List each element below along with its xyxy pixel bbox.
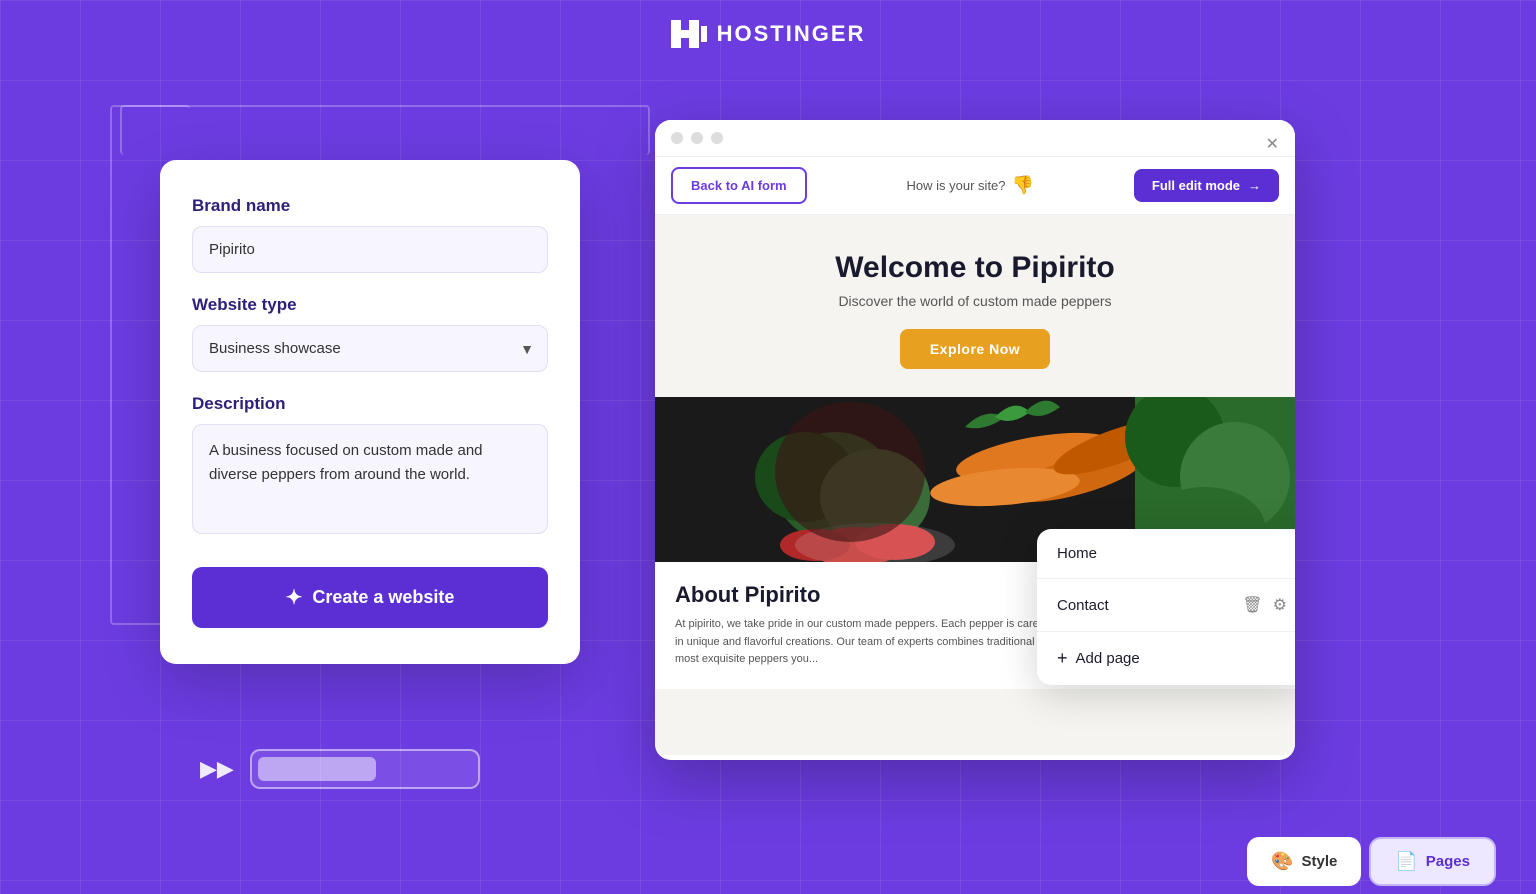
logo: HOSTINGER: [671, 20, 866, 48]
site-subtitle: Discover the world of custom made pepper…: [675, 293, 1275, 309]
delete-icon[interactable]: 🗑: [1242, 595, 1262, 615]
how-is-site-label: How is your site? 👎: [907, 175, 1034, 196]
browser-titlebar: ✕: [655, 120, 1295, 157]
chevrons-icon: ▶▶: [200, 756, 234, 782]
palette-icon: 🎨: [1271, 851, 1293, 872]
full-edit-mode-button[interactable]: Full edit mode →: [1134, 169, 1279, 202]
home-label: Home: [1057, 545, 1097, 562]
add-page-item[interactable]: + Add page: [1037, 632, 1295, 685]
logo-icon: [671, 20, 707, 48]
header: HOSTINGER: [0, 0, 1536, 68]
site-title: Welcome to Pipirito: [675, 251, 1275, 285]
create-website-button[interactable]: ✦ Create a website: [192, 567, 548, 628]
site-hero: Welcome to Pipirito Discover the world o…: [655, 215, 1295, 397]
pages-tab-label: Pages: [1426, 853, 1470, 870]
progress-area: ▶▶: [200, 749, 480, 789]
menu-item-home[interactable]: Home: [1037, 529, 1295, 579]
context-menu: Home Contact 🗑 ⚙ + Add page: [1037, 529, 1295, 685]
add-page-label: Add page: [1076, 650, 1140, 667]
arrow-right-icon: →: [1248, 178, 1261, 193]
style-tab-label: Style: [1302, 853, 1338, 870]
create-website-label: Create a website: [312, 587, 454, 608]
logo-text: HOSTINGER: [717, 21, 866, 47]
tab-style-button[interactable]: 🎨 Style: [1247, 837, 1361, 886]
website-type-select-wrapper: Business showcase Portfolio Blog E-comme…: [192, 325, 548, 372]
website-type-select[interactable]: Business showcase Portfolio Blog E-comme…: [192, 325, 548, 372]
settings-icon[interactable]: ⚙: [1273, 595, 1287, 615]
menu-item-contact-icons: 🗑 ⚙: [1242, 595, 1287, 615]
back-to-ai-form-button[interactable]: Back to AI form: [671, 167, 807, 204]
full-edit-label: Full edit mode: [1152, 178, 1240, 193]
progress-bar-container: [250, 749, 480, 789]
description-textarea[interactable]: A business focused on custom made and di…: [192, 424, 548, 534]
menu-item-contact[interactable]: Contact 🗑 ⚙: [1037, 579, 1295, 632]
close-icon[interactable]: ✕: [1266, 134, 1279, 154]
website-type-label: Website type: [192, 295, 548, 315]
brand-name-label: Brand name: [192, 196, 548, 216]
description-label: Description: [192, 394, 548, 414]
thumbs-down-icon: 👎: [1012, 175, 1034, 196]
tab-pages-button[interactable]: 📄 Pages: [1369, 837, 1496, 886]
sparkle-icon: ✦: [286, 585, 303, 610]
explore-now-button[interactable]: Explore Now: [900, 329, 1050, 369]
browser-dot-2: [691, 132, 703, 144]
brand-name-input[interactable]: [192, 226, 548, 273]
plus-icon: +: [1057, 648, 1068, 669]
browser-dot-3: [711, 132, 723, 144]
browser-window: ✕ Back to AI form How is your site? 👎 Fu…: [655, 120, 1295, 760]
browser-toolbar: Back to AI form How is your site? 👎 Full…: [655, 157, 1295, 215]
bracket-decoration-top: [120, 105, 650, 155]
contact-label: Contact: [1057, 597, 1109, 614]
pages-icon: 📄: [1395, 851, 1417, 872]
browser-dot-1: [671, 132, 683, 144]
progress-bar-fill: [258, 757, 376, 781]
bottom-tabs: 🎨 Style 📄 Pages: [1247, 837, 1496, 886]
form-card: Brand name Website type Business showcas…: [160, 160, 580, 664]
